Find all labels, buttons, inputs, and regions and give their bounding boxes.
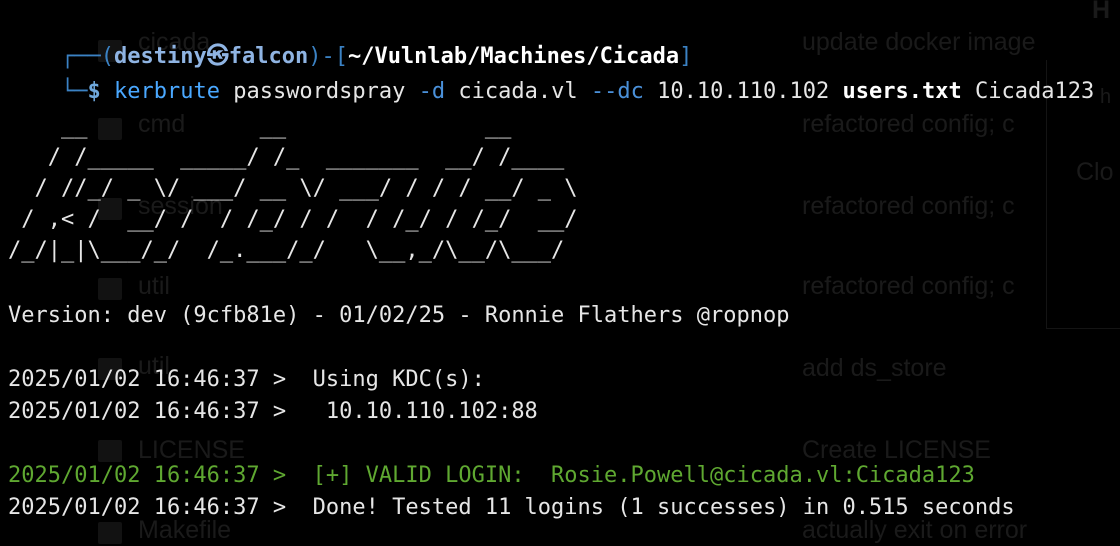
file-icon [98,522,122,544]
terminal-window[interactable]: cicada cmd session util util LICENSE Mak… [0,0,1120,546]
prompt-frame-bottom: └─ [60,79,88,104]
background-commit-message: refactored config; c [802,192,1015,220]
background-panel-label: Clo [1076,158,1114,186]
command-domain-arg: cicada.vl [458,79,578,104]
background-panel-label: H [1092,0,1111,24]
command-line[interactable]: └─$ kerbrute passwordspray -d cicada.vl … [8,44,1094,104]
background-commit-message: refactored config; c [802,110,1015,138]
command-password-arg: Cicada123 [975,79,1095,104]
output-line-kdc-address: 2025/01/02 16:46:37 > 10.10.110.102:88 [8,399,538,424]
folder-icon [98,278,122,300]
output-line-using-kdc: 2025/01/02 16:46:37 > Using KDC(s): [8,367,485,392]
file-icon [98,440,122,462]
version-line: Version: dev (9cfb81e) - 01/02/25 - Ronn… [8,303,790,328]
output-line-done-summary: 2025/01/02 16:46:37 > Done! Tested 11 lo… [8,495,1015,520]
command-program: kerbrute [113,79,220,104]
command-userlist-arg: users.txt [842,79,962,104]
background-commit-message: add ds_store [802,354,947,382]
command-dc-ip-arg: 10.10.110.102 [657,79,830,104]
command-flag-domain: -d [418,79,446,104]
background-commit-message: refactored config; c [802,272,1015,300]
prompt-dollar-sign: $ [87,79,101,104]
background-panel-label: h [1100,86,1112,108]
output-line-valid-login: 2025/01/02 16:46:37 > [+] VALID LOGIN: R… [8,463,975,488]
command-flag-dc: --dc [590,79,644,104]
background-file-name: util [138,272,170,300]
prompt-header: ┌──(destiny㉿falcon)-[~/Vulnlab/Machines/… [8,9,692,69]
kerbrute-ascii-banner: __ __ __ / /_____ _____/ /_ _______ __/ … [8,114,578,263]
command-subcommand: passwordspray [233,79,406,104]
